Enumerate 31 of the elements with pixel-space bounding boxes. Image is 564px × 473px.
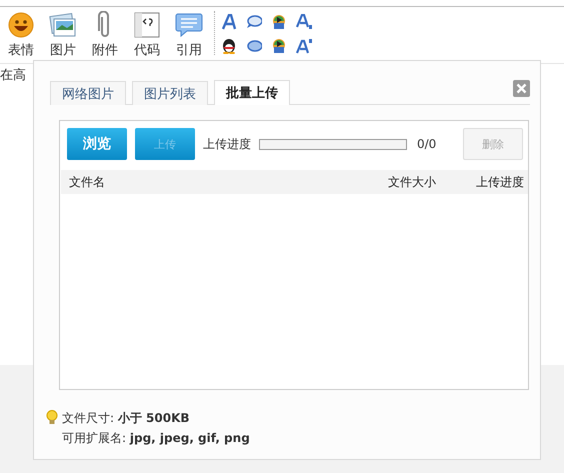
bubble-icon[interactable]	[246, 38, 262, 54]
paperclip-icon	[98, 11, 112, 39]
toolbar-button[interactable]: 表情	[0, 11, 42, 59]
penguin-icon[interactable]	[221, 38, 237, 54]
progress-label: 上传进度	[203, 136, 251, 152]
speech-bubble-icon	[175, 12, 203, 38]
picture-icon	[49, 12, 77, 38]
column-header: 文件大小	[388, 174, 437, 190]
font-icon[interactable]	[221, 14, 237, 30]
media-icon[interactable]	[271, 38, 287, 54]
subscript-icon[interactable]	[296, 14, 312, 30]
tab[interactable]: 批量上传	[214, 80, 290, 105]
code-icon	[134, 12, 160, 38]
editor-text: 在高	[0, 67, 27, 84]
column-header: 文件名	[69, 174, 106, 190]
tab[interactable]: 网络图片	[50, 81, 126, 105]
smiley-icon	[8, 12, 34, 38]
toolbar-button[interactable]: 图片	[42, 11, 84, 59]
column-header: 上传进度	[475, 174, 524, 190]
tip-text: 可用扩展名: jpg, jpeg, gif, png	[62, 430, 250, 447]
toolbar-button[interactable]: 附件	[84, 11, 126, 59]
toolbar-button[interactable]: 引用	[168, 11, 210, 59]
toolbar-button[interactable]: 代码	[126, 11, 168, 59]
tip-text: 文件尺寸: 小于 500KB	[62, 410, 191, 427]
lightbulb-icon	[46, 410, 58, 425]
close-icon[interactable]	[513, 80, 530, 97]
media-icon[interactable]	[271, 14, 287, 30]
bubble-icon[interactable]	[246, 14, 262, 30]
progress-count: 0/0	[417, 137, 438, 151]
tab[interactable]: 图片列表	[132, 81, 208, 105]
superscript-icon[interactable]	[296, 38, 312, 54]
